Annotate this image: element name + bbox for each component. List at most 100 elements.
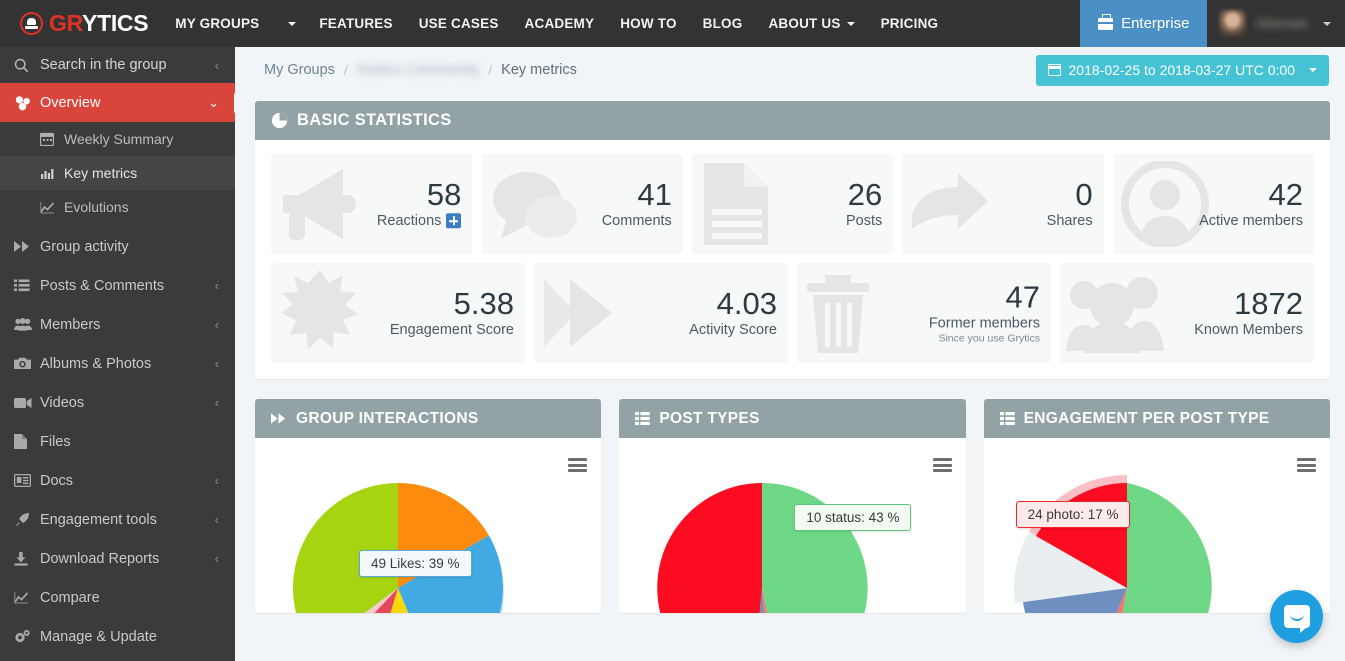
sidebar-item-group-activity-label: Group activity [40, 238, 129, 255]
chevron-down-icon-my-groups[interactable] [272, 0, 306, 47]
stat-value-reactions: 58 [426, 177, 462, 213]
brand-wordmark: GRYTICS [49, 10, 149, 37]
caret-down-icon [846, 21, 855, 26]
sidebar-item-files-label: Files [40, 433, 71, 450]
sidebar-item-evolutions-label: Evolutions [64, 199, 129, 215]
chart-tooltip-text-engagement-per-post-type: 24 photo: 17 % [1027, 507, 1119, 522]
enterprise-label: Enterprise [1121, 15, 1190, 32]
post-types-chart[interactable]: 10 status: 43 % [619, 438, 965, 613]
nav-item-about-us[interactable]: ABOUT US [755, 0, 867, 47]
enterprise-button[interactable]: Enterprise [1080, 0, 1208, 47]
sidebar: Search in the group ‹ Overview ⌄ Weekly … [0, 47, 235, 661]
stat-value-comments: 41 [637, 177, 672, 213]
sidebar-item-evolutions[interactable]: Evolutions [0, 190, 235, 224]
chevron-left-icon-albums[interactable]: ‹ [215, 356, 235, 371]
file-icon [14, 434, 40, 449]
user-name: Athenais [1255, 16, 1308, 31]
nav-item-how-to[interactable]: HOW TO [607, 0, 689, 47]
chat-bubble-icon [1283, 605, 1310, 633]
sidebar-item-posts-comments[interactable]: Posts & Comments ‹ [0, 266, 235, 305]
stat-row-1: 58 Reactions 41 Comments 26 Posts 0 Shar… [271, 154, 1315, 254]
burst-icon [277, 270, 363, 356]
top-navigation-bar: GRYTICS MY GROUPS FEATURES USE CASES ACA… [0, 0, 1345, 47]
hamburger-menu-icon[interactable] [568, 458, 588, 472]
sidebar-item-overview[interactable]: Overview ⌄ [0, 83, 235, 122]
users-icon [14, 318, 40, 331]
stat-value-former-members: 47 [1005, 279, 1040, 315]
stat-card-reactions[interactable]: 58 Reactions [271, 154, 473, 254]
charts-row: GROUP INTERACTIONS 49 Likes: 39 % POST T… [255, 399, 1330, 613]
breadcrumb-separator-1: / [343, 62, 348, 78]
chevron-left-icon-videos[interactable]: ‹ [215, 395, 235, 410]
briefcase-icon [1097, 14, 1115, 30]
bar-chart-icon [40, 167, 64, 180]
chevron-left-icon-search[interactable]: ‹ [215, 58, 235, 73]
brand-logo[interactable]: GRYTICS [0, 0, 162, 47]
stat-value-engagement-score: 5.38 [453, 286, 514, 322]
sidebar-item-engagement-tools[interactable]: Engagement tools ‹ [0, 500, 235, 539]
stat-value-posts: 26 [847, 177, 883, 213]
sidebar-item-videos[interactable]: Videos ‹ [0, 383, 235, 422]
stat-sublabel-former-members: Since you use Grytics [938, 332, 1040, 345]
hamburger-menu-icon[interactable] [932, 458, 952, 472]
group-interactions-title: GROUP INTERACTIONS [296, 409, 479, 427]
stat-card-active-members[interactable]: 42 Active members [1112, 154, 1315, 254]
sidebar-item-group-activity[interactable]: Group activity [0, 227, 235, 266]
stat-label-posts: Posts [845, 212, 883, 229]
nav-item-academy[interactable]: ACADEMY [512, 0, 608, 47]
sidebar-item-albums-photos[interactable]: Albums & Photos ‹ [0, 344, 235, 383]
stat-label-engagement-score: Engagement Score [389, 321, 514, 338]
chevron-left-icon-engagement[interactable]: ‹ [215, 512, 235, 527]
stat-label-former-members: Former members [928, 315, 1040, 332]
chevron-left-icon-members[interactable]: ‹ [215, 317, 235, 332]
engagement-per-post-type-chart[interactable]: 24 photo: 17 % [984, 438, 1330, 613]
sidebar-item-files[interactable]: Files [0, 422, 235, 461]
nav-item-features[interactable]: FEATURES [306, 0, 405, 47]
sidebar-item-download-reports-label: Download Reports [40, 550, 160, 567]
stat-card-comments[interactable]: 41 Comments [481, 154, 683, 254]
date-range-picker[interactable]: 2018-02-25 to 2018-03-27 UTC 0:00 [1035, 54, 1329, 86]
breadcrumb-my-groups[interactable]: My Groups [264, 62, 335, 78]
stat-label-activity-score: Activity Score [689, 321, 777, 338]
sidebar-item-docs[interactable]: Docs ‹ [0, 461, 235, 500]
search-in-group-label: Search in the group [40, 57, 167, 73]
stat-card-known-members[interactable]: 1872 Known Members [1060, 263, 1314, 363]
hamburger-menu-icon[interactable] [1296, 458, 1316, 472]
trash-icon [803, 271, 879, 355]
sidebar-item-manage-update[interactable]: Manage & Update [0, 617, 235, 656]
nav-item-my-groups[interactable]: MY GROUPS [162, 0, 272, 47]
stat-label-known-members: Known Members [1194, 321, 1303, 338]
stat-card-engagement-score[interactable]: 5.38 Engagement Score [271, 263, 525, 363]
stat-label-shares: Shares [1046, 212, 1093, 229]
plus-badge-icon[interactable] [446, 213, 462, 229]
stat-card-activity-score[interactable]: 4.03 Activity Score [534, 263, 788, 363]
group-interactions-pie[interactable] [255, 438, 585, 613]
video-icon [14, 397, 40, 409]
sidebar-item-key-metrics[interactable]: Key metrics [0, 156, 235, 190]
breadcrumb-group-name[interactable]: Grytics Community [357, 62, 479, 78]
intercom-chat-button[interactable] [1270, 590, 1323, 643]
sidebar-item-compare[interactable]: Compare [0, 578, 235, 617]
user-menu[interactable]: Athenais [1207, 0, 1345, 47]
nav-item-pricing[interactable]: PRICING [868, 0, 952, 47]
document-icon [698, 161, 776, 247]
chevron-left-icon-download[interactable]: ‹ [215, 551, 235, 566]
bars-icon [999, 412, 1015, 425]
chart-tooltip-group-interactions: 49 Likes: 39 % [359, 550, 472, 577]
nav-item-blog[interactable]: BLOG [690, 0, 756, 47]
stat-value-shares: 0 [1075, 177, 1093, 213]
line-chart-icon [40, 201, 64, 214]
sidebar-item-download-reports[interactable]: Download Reports ‹ [0, 539, 235, 578]
stat-card-shares[interactable]: 0 Shares [902, 154, 1104, 254]
chevron-down-icon-overview[interactable]: ⌄ [208, 95, 235, 111]
nav-item-use-cases[interactable]: USE CASES [406, 0, 512, 47]
sidebar-item-members[interactable]: Members ‹ [0, 305, 235, 344]
chevron-left-icon-posts[interactable]: ‹ [215, 278, 235, 293]
chevron-left-icon-docs[interactable]: ‹ [215, 473, 235, 488]
sidebar-item-weekly-summary[interactable]: Weekly Summary [0, 122, 235, 156]
stat-card-posts[interactable]: 26 Posts [691, 154, 894, 254]
chart-tooltip-engagement-per-post-type: 24 photo: 17 % [1015, 501, 1131, 528]
group-interactions-chart[interactable]: 49 Likes: 39 % [255, 438, 601, 613]
search-in-group-button[interactable]: Search in the group ‹ [0, 47, 235, 83]
stat-card-former-members[interactable]: 47 Former members Since you use Grytics [797, 263, 1051, 363]
